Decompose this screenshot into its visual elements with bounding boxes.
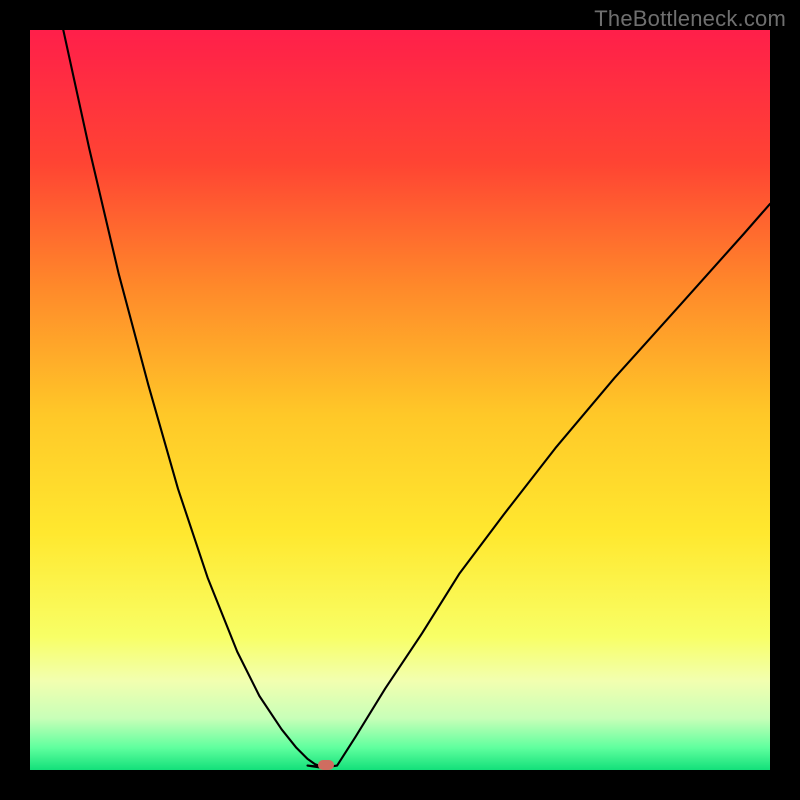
curve-path — [63, 30, 770, 768]
watermark-text: TheBottleneck.com — [594, 6, 786, 32]
bottleneck-curve — [30, 30, 770, 770]
optimal-point-marker — [318, 760, 334, 770]
chart-frame: TheBottleneck.com — [0, 0, 800, 800]
